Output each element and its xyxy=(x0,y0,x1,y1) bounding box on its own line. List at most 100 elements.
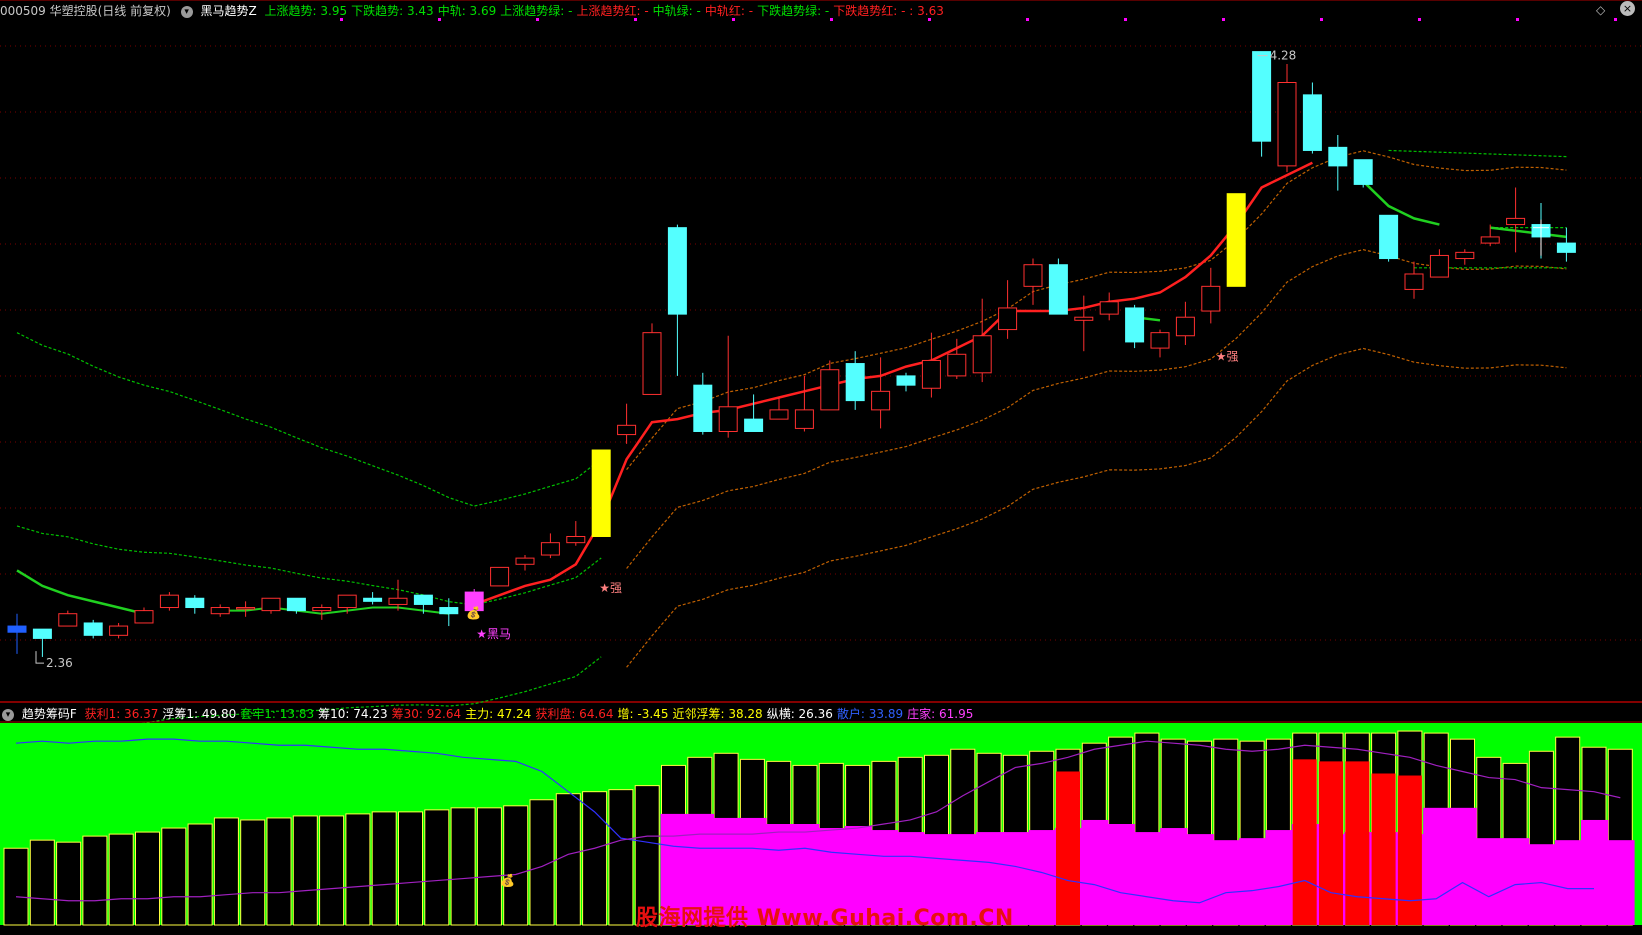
candle xyxy=(1277,63,1297,173)
chip-bar-magenta xyxy=(1554,840,1582,925)
close-icon[interactable]: × xyxy=(1620,1,1635,16)
chip-bar-black xyxy=(371,811,397,926)
stock-title: 000509 华塑控股(日线 前复权) xyxy=(0,4,171,18)
candle-body xyxy=(921,359,941,389)
sub-chart-header: ▾ 趋势筹码F 获利1: 36.37 浮筹1: 49.80 套牢1: 13.83 筹1… xyxy=(0,705,981,723)
chip-bar-red xyxy=(1397,775,1422,925)
sub-value-9: 纵横: 26.36 xyxy=(766,707,833,721)
chip-bar-black xyxy=(82,835,108,926)
top-value-7: 下跌趋势绿: - xyxy=(757,4,830,18)
chip-bar-black xyxy=(108,833,134,926)
candle-body xyxy=(1048,264,1068,315)
marker-dot xyxy=(1418,18,1421,21)
chip-bar-black xyxy=(503,805,529,926)
top-value-6: 中轨红: - xyxy=(704,4,754,18)
candle-body xyxy=(1226,193,1246,287)
sub-value-5: 主力: 47.24 xyxy=(465,707,532,721)
upper-band-line-right xyxy=(1388,149,1567,158)
candle-body xyxy=(1480,236,1500,244)
chip-bar-magenta xyxy=(1265,830,1293,925)
trend-line-green xyxy=(1362,180,1440,226)
candle xyxy=(845,351,865,410)
candle-body xyxy=(1353,159,1373,185)
chip-bar-black xyxy=(161,827,187,926)
candle-body xyxy=(1429,254,1449,278)
collapse-chevron-icon[interactable]: ▾ xyxy=(2,708,14,721)
candle-body xyxy=(718,406,738,432)
candle xyxy=(1175,301,1195,346)
indicator-name[interactable]: 黑马趋势Z xyxy=(200,4,256,18)
marker-dot xyxy=(1124,18,1127,21)
trend-line-green xyxy=(16,569,145,615)
candle-body xyxy=(1379,214,1399,260)
candle-body xyxy=(1099,301,1119,315)
candle-body xyxy=(58,613,78,627)
chip-bar-black xyxy=(608,789,634,926)
candle xyxy=(1099,292,1119,321)
heima-signal-label: ★黑马 xyxy=(476,627,511,641)
candle xyxy=(769,397,789,420)
diamond-icon[interactable]: ◇ xyxy=(1596,3,1605,17)
chip-bar-magenta xyxy=(1081,819,1109,925)
candle xyxy=(820,360,840,411)
candle xyxy=(185,595,205,614)
chip-bar-magenta xyxy=(1581,819,1609,925)
candle xyxy=(1048,258,1068,315)
candle xyxy=(693,372,713,435)
candle-body xyxy=(566,535,586,544)
chip-bar-red xyxy=(1056,771,1080,925)
candle xyxy=(566,521,586,546)
candle-body xyxy=(515,557,535,565)
candle-body xyxy=(1150,332,1170,349)
chip-bar-magenta xyxy=(1239,838,1267,925)
high-price-label: 4.28 xyxy=(1270,49,1297,63)
candle xyxy=(642,323,662,395)
candle-body xyxy=(1302,94,1322,151)
candle-body xyxy=(540,542,560,556)
candle xyxy=(794,375,814,432)
candle xyxy=(896,372,916,392)
candle-body xyxy=(744,418,764,432)
candle xyxy=(159,592,179,611)
candle-body xyxy=(1404,273,1424,290)
candle-body xyxy=(134,610,154,624)
chip-bar-red xyxy=(1319,761,1343,925)
watermark: 股海网提供 Www.Guhai.Com.CN xyxy=(636,906,1014,931)
candle-body xyxy=(845,363,865,402)
chip-bar-black xyxy=(319,815,345,926)
candle xyxy=(261,597,281,614)
candle xyxy=(1074,295,1094,352)
chip-bar-magenta xyxy=(1107,824,1135,925)
strong-signal-label: ★强 xyxy=(1216,349,1239,363)
candle-body xyxy=(591,449,611,537)
candle xyxy=(1429,249,1449,278)
chip-bar-magenta xyxy=(1502,838,1530,925)
candle xyxy=(210,604,230,617)
chip-bar-black xyxy=(135,831,160,926)
candle xyxy=(1455,249,1475,265)
sub-indicator-name[interactable]: 趋势筹码F xyxy=(22,707,77,721)
candle-body xyxy=(261,597,281,612)
candle-body xyxy=(998,307,1018,331)
candle-body xyxy=(312,607,332,612)
low-price-label: 2.36 xyxy=(46,656,73,670)
collapse-chevron-icon[interactable]: ▾ xyxy=(180,5,193,18)
indicator-values: 上涨趋势: 3.95 下跌趋势: 3.43 中轨: 3.69 上涨趋势绿: - 上涨趋势… xyxy=(265,4,948,18)
candle-body xyxy=(1506,217,1526,226)
chip-bar-black xyxy=(424,809,450,926)
chart-stage: 4.28 2.36 ★黑马 💰 ★强 ★强 💰 000509 华塑控股(日线 前复权) ▾ … xyxy=(0,0,1642,932)
sub-value-11: 庄家: 61.95 xyxy=(907,707,974,721)
chip-bar-magenta xyxy=(1186,834,1214,925)
candle xyxy=(1226,193,1246,287)
chip-bar-black xyxy=(292,815,318,926)
sub-value-0: 获利1: 36.37 xyxy=(84,707,159,721)
candle-body xyxy=(794,409,814,429)
marker-dot xyxy=(1320,18,1323,21)
candle-body xyxy=(210,607,230,615)
candle-body xyxy=(1125,307,1145,343)
sub-value-3: 筹10: 74.23 xyxy=(318,707,388,721)
chip-bar-magenta xyxy=(1423,807,1451,925)
chart-canvas[interactable]: 4.28 2.36 ★黑马 💰 ★强 ★强 💰 xyxy=(0,0,1642,932)
candle xyxy=(1201,267,1221,324)
chip-bar-red xyxy=(1371,773,1396,925)
